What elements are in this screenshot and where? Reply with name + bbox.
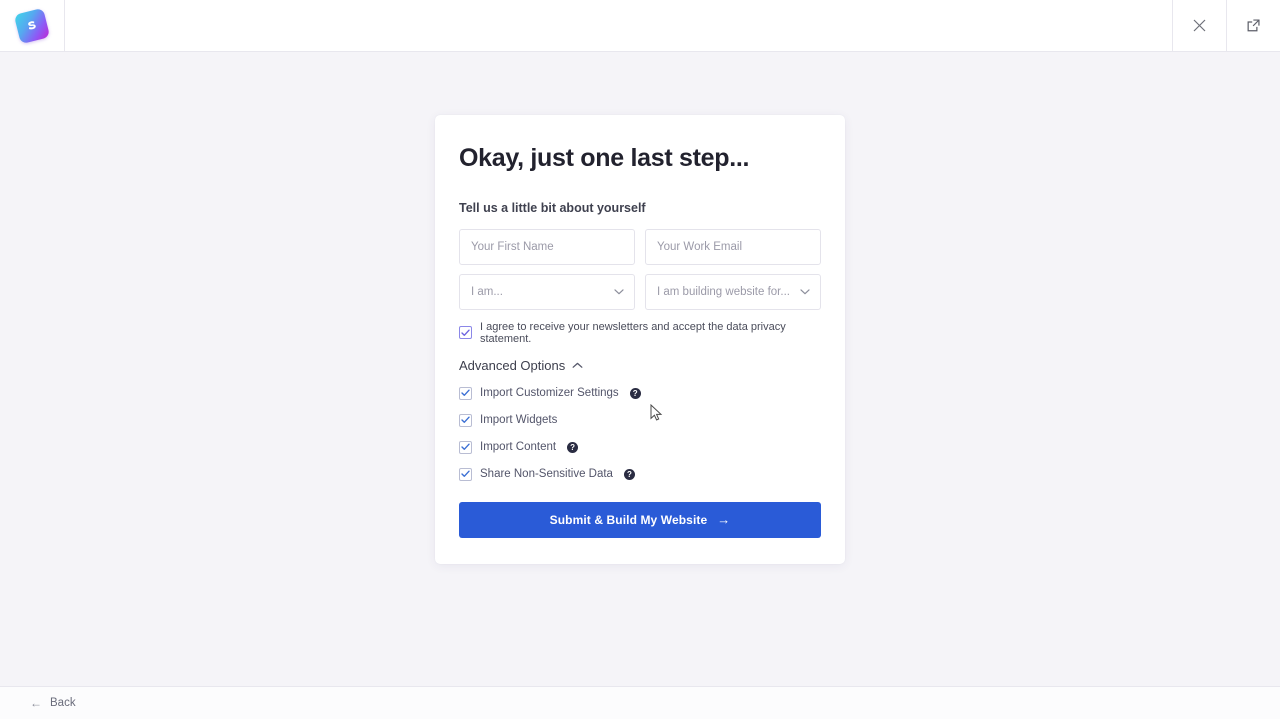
help-icon[interactable]: ? <box>623 468 635 480</box>
role-select-value: I am... <box>471 285 503 298</box>
arrow-left-icon: ← <box>30 696 42 710</box>
back-button[interactable]: ← Back <box>30 696 76 710</box>
newsletter-agree-row[interactable]: I agree to receive your newsletters and … <box>459 321 821 345</box>
close-icon <box>1193 19 1206 32</box>
name-email-row: Your First Name Your Work Email <box>459 228 821 265</box>
close-button[interactable] <box>1172 0 1226 51</box>
advanced-options-list: Import Customizer Settings ? Import Widg… <box>459 386 821 481</box>
role-select[interactable]: I am... <box>459 273 635 310</box>
option-label: Share Non-Sensitive Data <box>480 468 613 480</box>
page-title: Okay, just one last step... <box>459 144 750 172</box>
help-icon[interactable]: ? <box>629 387 641 399</box>
app-top-bar <box>0 0 1280 52</box>
top-bar-spacer <box>65 0 1172 51</box>
first-name-field[interactable]: Your First Name <box>459 228 635 265</box>
chevron-up-icon <box>572 362 583 369</box>
first-name-placeholder: Your First Name <box>471 240 554 253</box>
page-stage: Okay, just one last step... Tell us a li… <box>0 52 1280 686</box>
option-checkbox[interactable] <box>459 413 472 427</box>
option-checkbox[interactable] <box>459 440 472 454</box>
submit-button-label: Submit & Build My Website <box>549 512 708 527</box>
bottom-bar: ← Back <box>0 686 1280 719</box>
card-subtitle: Tell us a little bit about yourself <box>459 200 646 215</box>
option-label: Import Widgets <box>480 414 558 426</box>
advanced-options-toggle[interactable]: Advanced Options <box>459 358 583 373</box>
option-import-content[interactable]: Import Content ? <box>459 440 821 454</box>
advanced-options-label: Advanced Options <box>459 357 566 373</box>
onboarding-card: Okay, just one last step... Tell us a li… <box>435 115 845 564</box>
option-share-non-sensitive-data[interactable]: Share Non-Sensitive Data ? <box>459 467 821 481</box>
open-external-icon <box>1246 18 1261 33</box>
work-email-field[interactable]: Your Work Email <box>645 228 821 265</box>
chevron-down-icon <box>800 288 810 295</box>
arrow-right-icon: → <box>717 512 731 527</box>
option-label: Import Content <box>480 441 557 453</box>
back-button-label: Back <box>50 697 76 709</box>
role-purpose-row: I am... I am building website for... <box>459 273 821 310</box>
sitepad-logo-icon <box>13 7 51 44</box>
chevron-down-icon <box>614 288 624 295</box>
submit-build-website-button[interactable]: Submit & Build My Website → <box>459 501 821 538</box>
option-checkbox[interactable] <box>459 386 472 400</box>
help-icon[interactable]: ? <box>567 441 579 453</box>
purpose-select[interactable]: I am building website for... <box>645 273 821 310</box>
newsletter-agree-label: I agree to receive your newsletters and … <box>480 320 786 345</box>
newsletter-agree-checkbox[interactable] <box>459 326 472 339</box>
purpose-select-value: I am building website for... <box>657 285 790 298</box>
option-import-widgets[interactable]: Import Widgets <box>459 413 821 427</box>
option-checkbox[interactable] <box>459 467 472 481</box>
option-import-customizer-settings[interactable]: Import Customizer Settings ? <box>459 386 821 400</box>
logo-cell <box>0 0 65 51</box>
open-external-button[interactable] <box>1226 0 1280 51</box>
option-label: Import Customizer Settings <box>480 387 619 399</box>
work-email-placeholder: Your Work Email <box>657 240 743 253</box>
